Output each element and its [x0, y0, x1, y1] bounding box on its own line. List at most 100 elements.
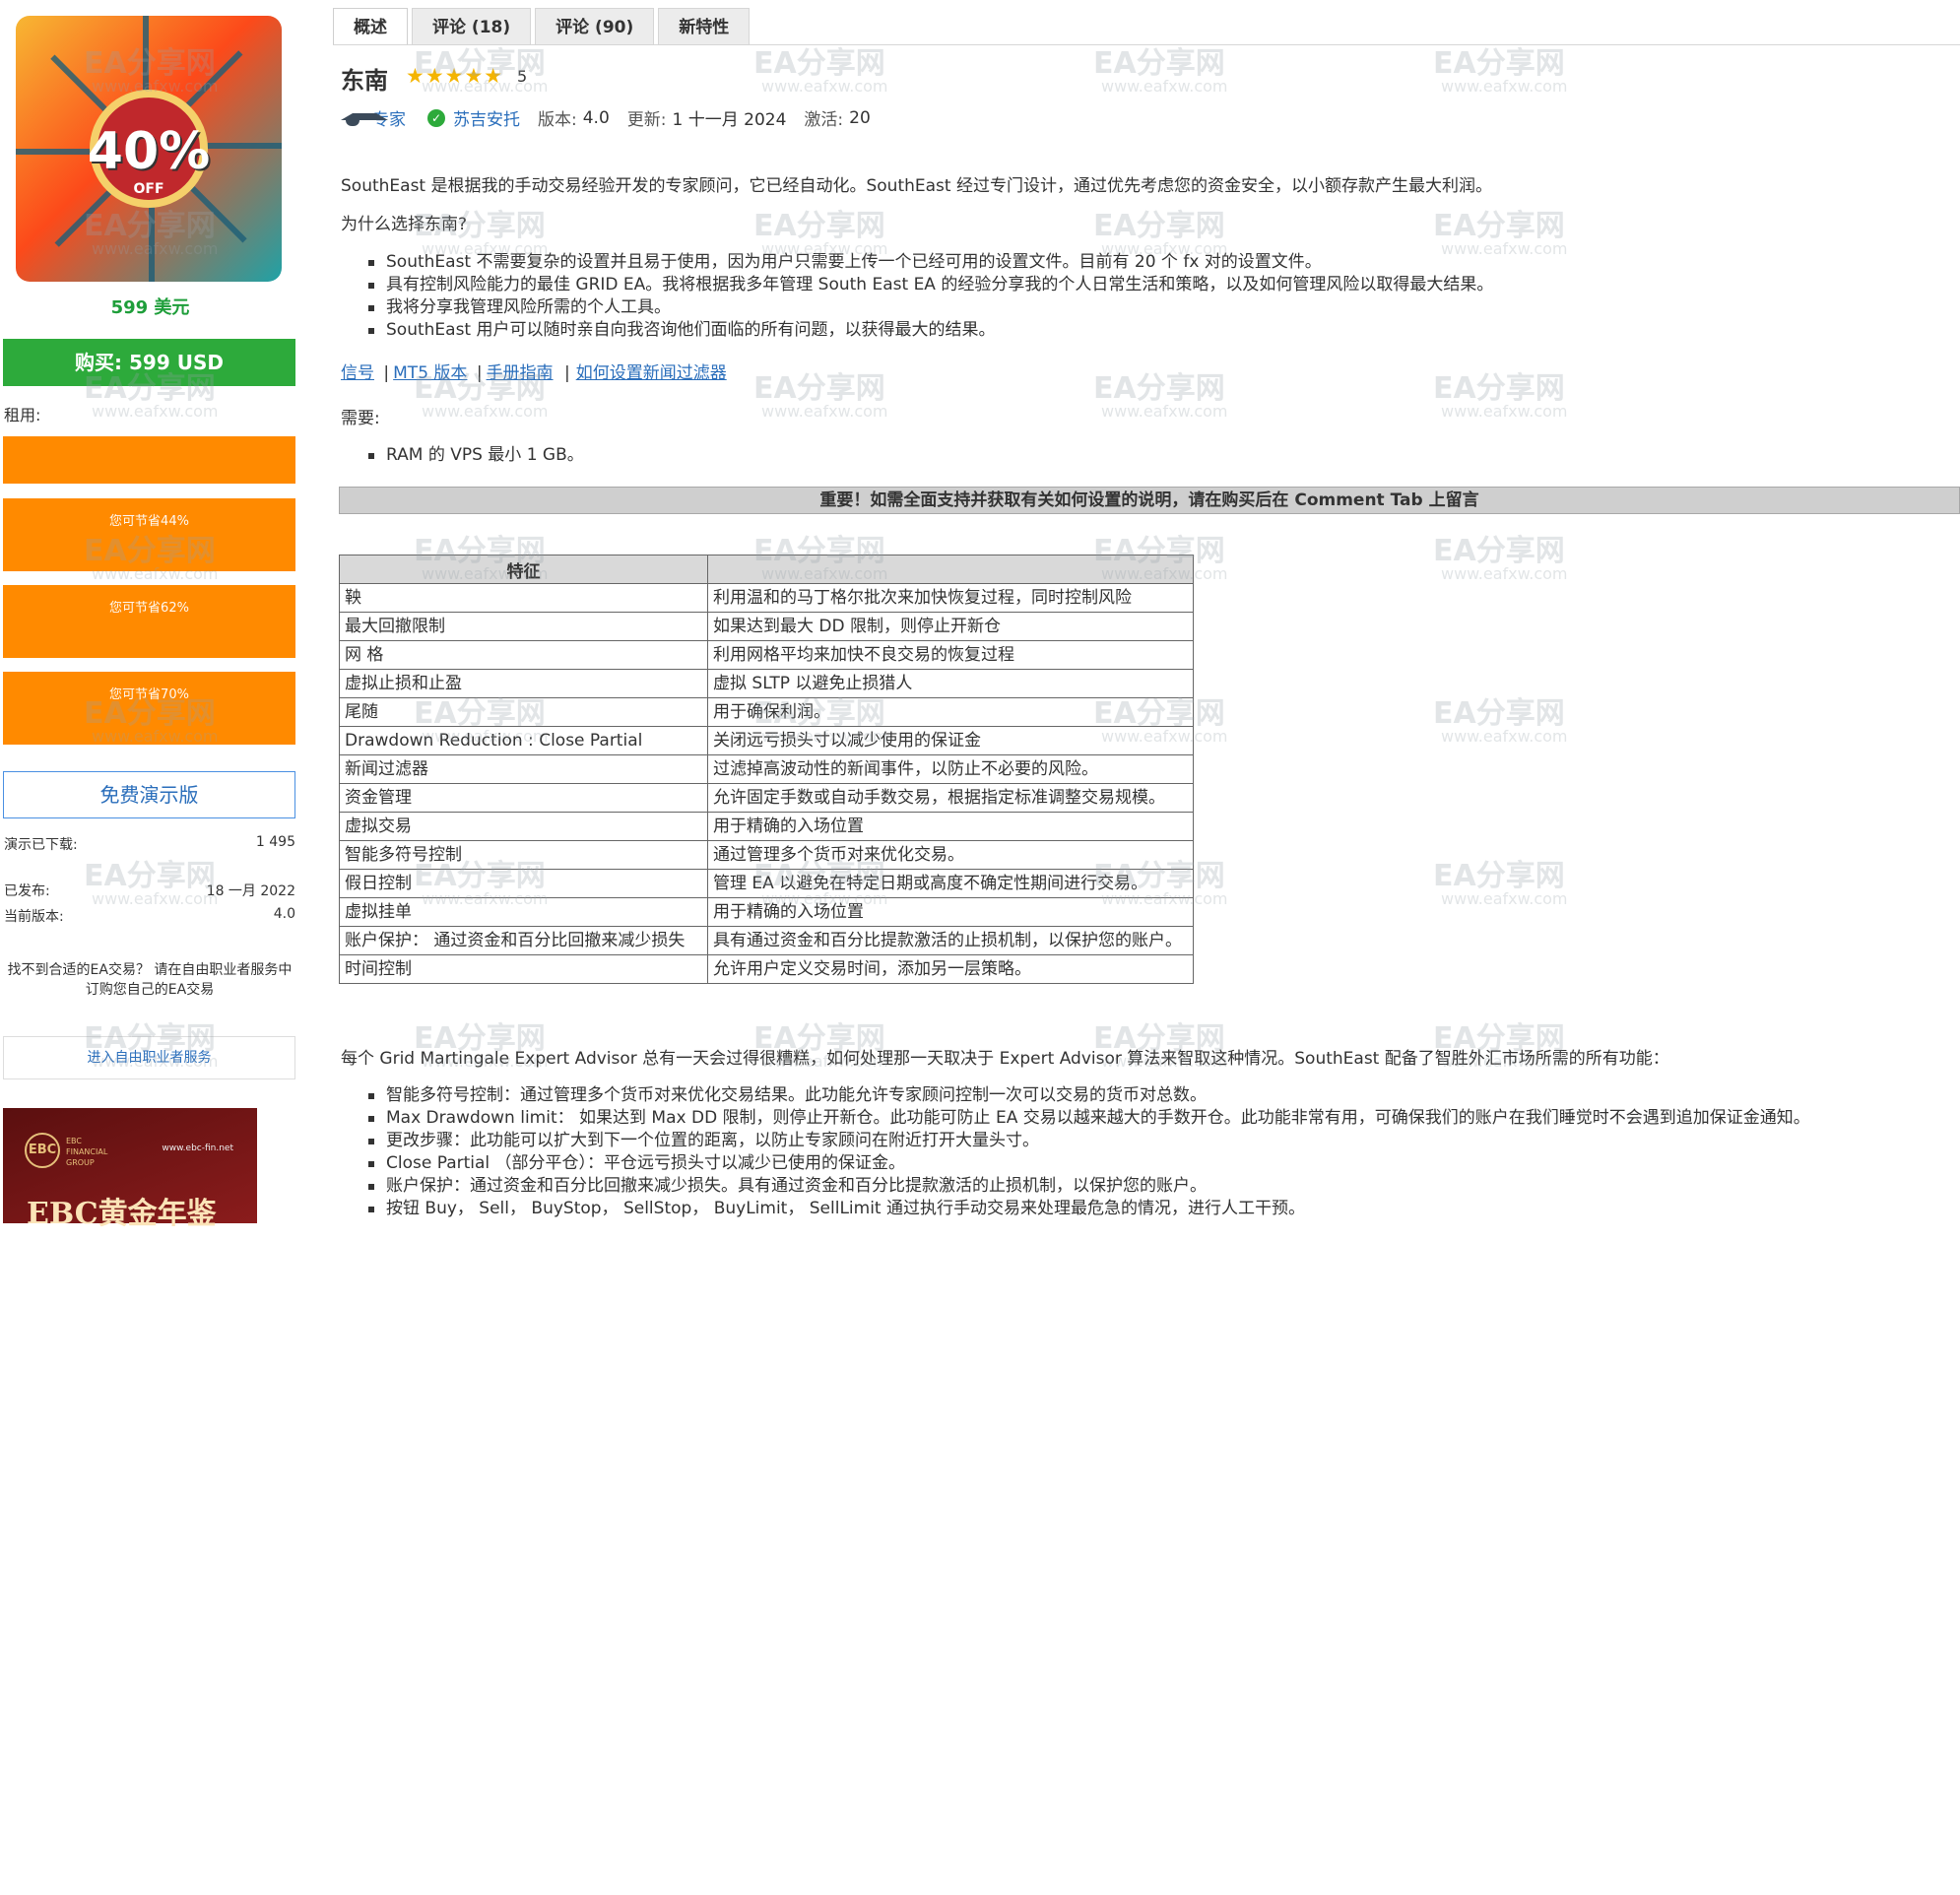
price-label: 599 美元: [110, 297, 190, 318]
stat-current-version: 当前版本: 4.0: [4, 906, 295, 926]
table-row: 虚拟止损和止盈 虚拟 SLTP 以避免止损猎人: [339, 669, 1194, 698]
tab-overview[interactable]: 概述: [333, 8, 408, 45]
features-header-blank: [707, 555, 1194, 584]
needs-title: 需要:: [341, 409, 380, 428]
feature-name: 虚拟止损和止盈: [339, 669, 708, 698]
grid-martingale-text: 每个 Grid Martingale Expert Advisor 总有一天会过…: [341, 1049, 1669, 1069]
features-table: 特征 鞅利用温和的马丁格尔批次来加快恢复过程，同时控制风险 最大回撤限制 如果达到…: [339, 555, 1194, 984]
functions-list: 智能多符号控制：通过管理多个货币对来优化交易结果。此功能允许专家顾问控制一次可以…: [368, 1084, 1810, 1220]
feature-desc: 通过管理多个货币对来优化交易。: [707, 840, 1194, 870]
stat-demo-downloads: 演示已下载: 1 495: [4, 834, 295, 854]
feature-name: 最大回撤限制: [339, 612, 708, 641]
version-label: 版本:: [538, 110, 577, 130]
tab-whats-new[interactable]: 新特性: [658, 8, 751, 45]
feature-name: 假日控制: [339, 869, 708, 898]
product-meta: 专家 ✓ 苏吉安托 版本: 4.0 更新: 1 十一月 2024 激活: 20: [341, 105, 871, 130]
ebc-org-name: EBC FINANCIAL GROUP: [66, 1137, 108, 1167]
stat-label: 演示已下载:: [4, 837, 78, 853]
needs-list: RAM 的 VPS 最小 1 GB。: [368, 444, 584, 467]
rent-label: 租用:: [4, 406, 41, 425]
table-row: 智能多符号控制 通过管理多个货币对来优化交易。: [339, 840, 1194, 870]
feature-name: 时间控制: [339, 954, 708, 984]
list-item: 我将分享我管理风险所需的个人工具。: [368, 296, 1493, 319]
list-item: SouthEast 用户可以随时亲自向我咨询他们面临的所有问题，以获得最大的结果…: [368, 319, 1493, 342]
feature-name: 账户保护： 通过资金和百分比回撤来减少损失: [339, 926, 708, 955]
table-row: 虚拟交易 用于精确的入场位置: [339, 812, 1194, 841]
list-item: SouthEast 不需要复杂的设置并且易于使用，因为用户只需要上传一个已经可用…: [368, 251, 1493, 274]
feature-name: 虚拟交易: [339, 812, 708, 841]
table-header-row: 特征: [339, 555, 1194, 584]
free-demo-button[interactable]: 免费演示版: [3, 771, 295, 818]
tab-reviews[interactable]: 评论 (18): [412, 8, 532, 45]
stat-label: 当前版本:: [4, 909, 64, 925]
resource-links: 信号 | MT5 版本 | 手册指南 | 如何设置新闻过滤器: [341, 363, 727, 383]
table-row: 新闻过滤器 过滤掉高波动性的新闻事件，以防止不必要的风险。: [339, 754, 1194, 784]
why-list: SouthEast 不需要复杂的设置并且易于使用，因为用户只需要上传一个已经可用…: [368, 251, 1493, 342]
feature-desc: 利用温和的马丁格尔批次来加快恢复过程，同时控制风险: [707, 583, 1194, 613]
feature-name: 新闻过滤器: [339, 754, 708, 784]
updated-value: 1 十一月 2024: [672, 110, 787, 130]
product-image[interactable]: 40% OFF: [16, 16, 282, 282]
list-item: Close Partial （部分平仓）：平仓远亏损头寸以减少已使用的保证金。: [368, 1152, 1810, 1175]
feature-desc: 允许用户定义交易时间，添加另一层策略。: [707, 954, 1194, 984]
ebc-ad-banner[interactable]: EBC EBC FINANCIAL GROUP www.ebc-fin.net …: [3, 1108, 257, 1231]
feature-desc: 管理 EA 以避免在特定日期或高度不确定性期间进行交易。: [707, 869, 1194, 898]
list-item: 智能多符号控制：通过管理多个货币对来优化交易结果。此功能允许专家顾问控制一次可以…: [368, 1084, 1810, 1107]
feature-desc: 过滤掉高波动性的新闻事件，以防止不必要的风险。: [707, 754, 1194, 784]
freelance-promo-text: 找不到合适的EA交易？ 请在自由职业者服务中订购您自己的EA交易: [7, 962, 293, 998]
stat-label: 已发布:: [4, 883, 50, 899]
feature-desc: 利用网格平均来加快不良交易的恢复过程: [707, 640, 1194, 670]
rent-1-month-button[interactable]: 1个月: 150 USD: [3, 436, 1230, 484]
rent-option-savings: 您可节省70%: [109, 687, 189, 702]
rent-option-savings: 您可节省44%: [109, 514, 189, 529]
feature-name: 尾随: [339, 697, 708, 727]
signal-link[interactable]: 信号: [341, 363, 374, 383]
rent-6-month-button[interactable]: 6个月: 350 USD 您可节省62%: [3, 585, 1230, 658]
important-notice: 重要！如需全面支持并获取有关如何设置的说明，请在购买后在 Comment Tab…: [339, 487, 1960, 514]
rent-option-savings: 您可节省62%: [109, 601, 189, 616]
feature-desc: 虚拟 SLTP 以避免止损猎人: [707, 669, 1194, 698]
feature-desc: 关闭远亏损头寸以减少使用的保证金: [707, 726, 1194, 755]
product-title: 东南: [341, 67, 388, 95]
news-filter-setup-link[interactable]: 如何设置新闻过滤器: [576, 363, 727, 383]
manual-guide-link[interactable]: 手册指南: [487, 363, 554, 383]
stat-value: 1 495: [255, 834, 295, 850]
activations-value: 20: [849, 107, 871, 128]
rent-3-month-button[interactable]: 3个月: 250 USD 您可节省44%: [3, 498, 1230, 571]
list-item: 具有控制风险能力的最佳 GRID EA。我将根据我多年管理 South East…: [368, 274, 1493, 296]
table-row: 虚拟挂单 用于精确的入场位置: [339, 897, 1194, 927]
mt5-version-link[interactable]: MT5 版本: [393, 363, 467, 383]
list-item: 按钮 Buy， Sell， BuyStop， SellStop， BuyLimi…: [368, 1198, 1810, 1220]
table-row: 资金管理 允许固定手数或自动手数交易，根据指定标准调整交易规模。: [339, 783, 1194, 813]
list-item: 更改步骤：此功能可以扩大到下一个位置的距离，以防止专家顾问在附近打开大量头寸。: [368, 1130, 1810, 1152]
description-intro: SouthEast 是根据我的手动交易经验开发的专家顾问，它已经自动化。Sout…: [341, 176, 1492, 196]
stat-value: 18 一月 2022: [206, 883, 295, 899]
freelance-link[interactable]: 进入自由职业者服务: [3, 1036, 295, 1079]
list-item: RAM 的 VPS 最小 1 GB。: [368, 444, 584, 467]
verified-check-icon: ✓: [427, 108, 445, 127]
updated-label: 更新:: [626, 110, 667, 130]
buy-button[interactable]: 购买: 599 USD: [3, 339, 295, 386]
table-row: 尾随 用于确保利润。: [339, 697, 1194, 727]
why-title: 为什么选择东南?: [341, 215, 468, 234]
stat-value: 4.0: [273, 906, 295, 922]
list-item: Max Drawdown limit： 如果达到 Max DD 限制，则停止开新…: [368, 1107, 1810, 1130]
feature-name: 网 格: [339, 640, 708, 670]
rent-1-year-button[interactable]: 1年: 550 USD 您可节省70%: [3, 672, 1220, 745]
features-header: 特征: [339, 555, 708, 584]
activations-label: 激活:: [804, 110, 844, 130]
author-link[interactable]: 苏吉安托: [453, 105, 520, 130]
table-row: 鞅利用温和的马丁格尔批次来加快恢复过程，同时控制风险: [339, 583, 1194, 613]
feature-desc: 如果达到最大 DD 限制，则停止开新仓: [707, 612, 1194, 641]
graduation-cap-icon: [341, 109, 388, 127]
feature-name: 资金管理: [339, 783, 708, 813]
ebc-headline: EBC黄金年鉴: [27, 1197, 217, 1231]
table-row: Drawdown Reduction : Close Partial 关闭远亏损头…: [339, 726, 1194, 755]
tab-comments[interactable]: 评论 (90): [535, 8, 655, 45]
stat-published: 已发布: 18 一月 2022: [4, 881, 295, 900]
main-content: 概述 评论 (18) 评论 (90) 新特性 东南 ★★★★★ 5 专家 ✓ 苏…: [333, 0, 1960, 1223]
rating-stars[interactable]: ★★★★★: [406, 64, 503, 88]
ebc-url: www.ebc-fin.net: [162, 1144, 233, 1153]
list-item: 账户保护：通过资金和百分比回撤来减少损失。具有通过资金和百分比提款激活的止损机制…: [368, 1175, 1810, 1198]
version-value: 4.0: [582, 107, 610, 128]
